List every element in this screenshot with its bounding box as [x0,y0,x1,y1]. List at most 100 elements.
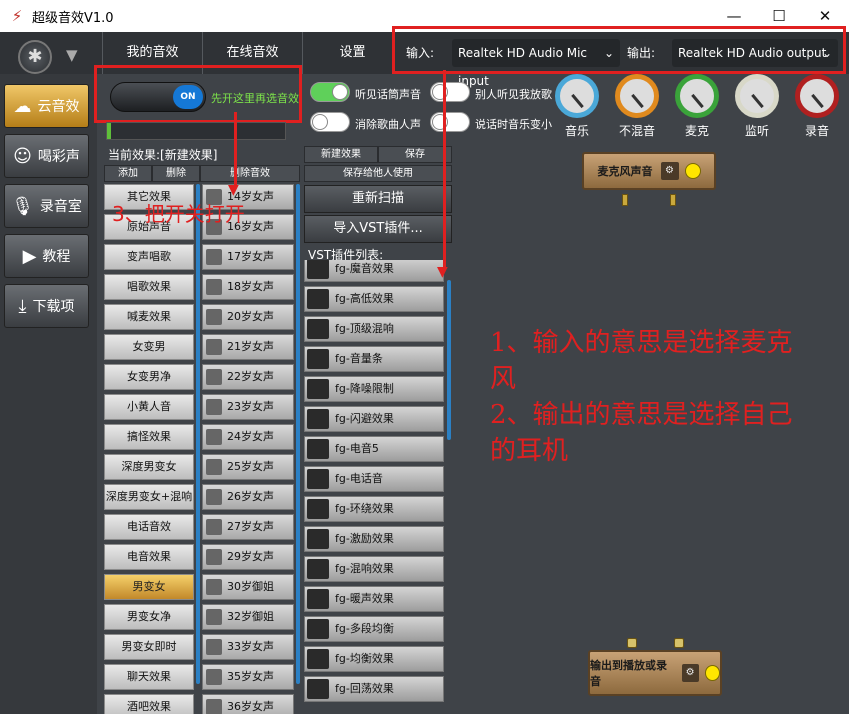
voice-list-item-label: 24岁女声 [227,430,274,443]
plugin-icon [307,529,329,549]
effect-list-item[interactable]: 电音效果 [104,544,194,570]
vst-plugin-label: fg-混响效果 [335,562,394,575]
vst-plugin-item[interactable]: fg-激励效果 [304,526,444,552]
vst-plugin-item[interactable]: fg-电音5 [304,436,444,462]
voice-list-item[interactable]: 26岁女声 [202,484,294,510]
effect-list-item[interactable]: 男变女 [104,574,194,600]
vst-plugin-label: fg-暖声效果 [335,592,394,605]
voice-list-item[interactable]: 29岁女声 [202,544,294,570]
vst-plugin-item[interactable]: fg-多段均衡 [304,616,444,642]
effect-list-item[interactable]: 女变男净 [104,364,194,390]
voice-list-item[interactable]: 27岁女声 [202,514,294,540]
voice-list-item[interactable]: 23岁女声 [202,394,294,420]
voice-list-item[interactable]: 18岁女声 [202,274,294,300]
voice-list-item[interactable]: 25岁女声 [202,454,294,480]
effect-list-item[interactable]: 电话音效 [104,514,194,540]
save-for-others-button[interactable]: 保存给他人使用 [304,165,452,182]
effect-list-item[interactable]: 喊麦效果 [104,304,194,330]
voice-preset-icon [206,429,222,445]
vst-plugin-item[interactable]: fg-电话音 [304,466,444,492]
voices-scrollbar[interactable] [296,184,300,684]
menu-dropdown-icon[interactable]: ▼ [66,46,78,64]
sliders-icon[interactable]: ⚙ [681,664,699,682]
knob-no-mix[interactable]: 不混音 [612,74,662,139]
vst-plugin-item[interactable]: fg-均衡效果 [304,646,444,672]
vst-plugin-item[interactable]: fg-降噪限制 [304,376,444,402]
knob-mic[interactable]: 麦克 [672,74,722,139]
mic-input-node[interactable]: 麦克风声音 ⚙ [582,152,716,190]
annotation-note1-cont: 风 [490,364,517,394]
sidebar-item-downloads[interactable]: ⤓ 下载项 [4,284,89,328]
knob-record[interactable]: 录音 [792,74,842,139]
plugin-icon [307,409,329,429]
sidebar-item-tutorial[interactable]: ▶ 教程 [4,234,89,278]
knob-monitor[interactable]: 监听 [732,74,782,139]
effect-list-item[interactable]: 深度男变女+混响 [104,484,194,510]
toggle-duck-music[interactable] [430,112,470,132]
vst-plugin-item[interactable]: fg-顶级混响 [304,316,444,342]
vst-plugin-item[interactable]: fg-高低效果 [304,286,444,312]
voice-list-item[interactable]: 17岁女声 [202,244,294,270]
rescan-button[interactable]: 重新扫描 [304,185,452,213]
voice-list-item[interactable]: 33岁女声 [202,634,294,660]
voice-list-item[interactable]: 21岁女声 [202,334,294,360]
vst-plugin-item[interactable]: fg-暖声效果 [304,586,444,612]
app-gear-logo-icon[interactable]: ✱ [18,40,52,74]
toggle-others-hear-music-label: 别人听见我放歌 [475,88,552,101]
voice-list-item[interactable]: 20岁女声 [202,304,294,330]
arrow-head-icon: ▼ [437,264,448,280]
vst-plugin-item[interactable]: fg-混响效果 [304,556,444,582]
sliders-icon[interactable]: ⚙ [660,162,679,180]
import-vst-button[interactable]: 导入VST插件... [304,215,452,243]
vst-plugin-item[interactable]: fg-回荡效果 [304,676,444,702]
sidebar-item-cloud-effects[interactable]: ☁ 云音效 [4,84,89,128]
plugin-icon [307,260,329,279]
toggle-remove-vocals[interactable] [310,112,350,132]
effects-scrollbar[interactable] [196,184,200,684]
download-icon: ⤓ [18,295,27,317]
voice-list-item[interactable]: 35岁女声 [202,664,294,690]
voice-list-item[interactable]: 36岁女声 [202,694,294,714]
save-button[interactable]: 保存 [378,146,452,163]
add-button[interactable]: 添加 [104,165,152,182]
effect-list-item[interactable]: 聊天效果 [104,664,194,690]
sidebar-item-label: 教程 [42,249,71,265]
new-effect-button[interactable]: 新建效果 [304,146,378,163]
effect-list-item[interactable]: 酒吧效果 [104,694,194,714]
tab-settings[interactable]: 设置 [302,32,402,74]
annotation-note2: 2、输出的意思是选择自己 [490,400,793,430]
cloud-icon: ☁ [13,95,32,117]
vst-scrollbar[interactable] [447,280,451,440]
sidebar-item-studio[interactable]: 🎙 录音室 [4,184,89,228]
vst-plugin-label: fg-高低效果 [335,292,394,305]
effect-list-item[interactable]: 深度男变女 [104,454,194,480]
effect-list-item[interactable]: 男变女净 [104,604,194,630]
voice-list-item[interactable]: 22岁女声 [202,364,294,390]
effect-list-item[interactable]: 变声唱歌 [104,244,194,270]
lock-icon [674,638,684,648]
delete-button[interactable]: 删除 [152,165,200,182]
effect-list-item[interactable]: 男变女即时 [104,634,194,660]
vst-plugin-item[interactable]: fg-闪避效果 [304,406,444,432]
voice-list-item-label: 25岁女声 [227,460,274,473]
voice-list-item[interactable]: 30岁御姐 [202,574,294,600]
toggle-others-hear-music[interactable] [430,82,470,102]
output-node[interactable]: 输出到播放或录音 ⚙ [588,650,722,696]
delete-effect-button[interactable]: 删除音效 [200,165,300,182]
voice-preset-icon [206,279,222,295]
effect-list-item[interactable]: 唱歌效果 [104,274,194,300]
voice-list-item[interactable]: 32岁御姐 [202,604,294,630]
vst-plugin-label: fg-音量条 [335,352,383,365]
voice-list-item[interactable]: 24岁女声 [202,424,294,450]
effect-list-item[interactable]: 女变男 [104,334,194,360]
vst-plugin-item[interactable]: fg-音量条 [304,346,444,372]
vst-plugin-item[interactable]: fg-环绕效果 [304,496,444,522]
vst-plugin-item[interactable]: fg-魔音效果 [304,260,444,282]
voice-preset-icon [206,399,222,415]
sidebar-item-cheers[interactable]: ☺ 喝彩声 [4,134,89,178]
voice-list-item-label: 33岁女声 [227,640,274,653]
toggle-hear-mic[interactable] [310,82,350,102]
effect-list-item[interactable]: 小黄人音 [104,394,194,420]
knob-music[interactable]: 音乐 [552,74,602,139]
effect-list-item[interactable]: 搞怪效果 [104,424,194,450]
